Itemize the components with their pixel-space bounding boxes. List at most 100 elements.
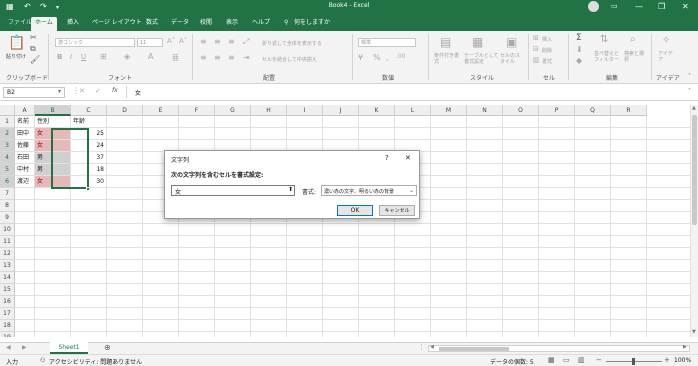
paste-button[interactable]: 貼り付け	[6, 53, 26, 60]
row-header-19[interactable]: 19	[0, 332, 15, 337]
column-header-m[interactable]: M	[431, 105, 467, 116]
page-break-view-icon[interactable]: ▥	[578, 356, 585, 364]
cell-a5[interactable]: 中村	[15, 164, 34, 175]
paste-icon[interactable]: 📋	[8, 35, 25, 51]
align-bottom-icon[interactable]: ≡	[228, 37, 235, 46]
fill-icon[interactable]: ⬇	[576, 45, 583, 54]
font-size-select[interactable]: 11	[137, 38, 163, 47]
cut-icon[interactable]: ✂	[30, 33, 37, 42]
zoom-in-icon[interactable]: +	[664, 356, 670, 364]
select-all-corner[interactable]	[0, 105, 15, 116]
row-header-1[interactable]: 1	[0, 116, 15, 128]
insert-cells-icon[interactable]: ⊞	[533, 34, 539, 42]
cell-a4[interactable]: 石田	[15, 152, 34, 163]
zoom-slider-thumb[interactable]	[632, 358, 635, 365]
comma-icon[interactable]: ,	[386, 53, 389, 62]
delete-cells-button[interactable]: 削除	[542, 47, 552, 54]
column-header-c[interactable]: C	[71, 105, 107, 116]
align-left-icon[interactable]: ≡	[200, 53, 207, 62]
vertical-scroll-thumb[interactable]	[692, 115, 697, 225]
dialog-close-button[interactable]: ✕	[405, 154, 411, 162]
font-name-select[interactable]: 游ゴシック	[55, 38, 135, 47]
vertical-scrollbar[interactable]: ▲ ▼	[690, 105, 698, 337]
fill-handle[interactable]	[86, 187, 90, 191]
name-box[interactable]: B2	[3, 87, 65, 98]
horizontal-scrollbar[interactable]: ◀ ▶	[428, 344, 690, 352]
row-header-10[interactable]: 10	[0, 224, 15, 236]
tab-insert[interactable]: 挿入	[63, 17, 83, 31]
tell-me-search[interactable]: 何をしますか	[290, 17, 334, 31]
column-header-r[interactable]: R	[611, 105, 647, 116]
collapse-dialog-icon[interactable]: ⬆	[288, 186, 293, 193]
ideas-icon[interactable]: ✧	[662, 35, 670, 46]
sort-filter-icon[interactable]: ⇅	[600, 34, 608, 45]
user-avatar-icon[interactable]	[588, 1, 599, 12]
align-right-icon[interactable]: ≡	[228, 53, 235, 62]
cell-b1[interactable]: 性別	[35, 116, 70, 127]
format-table-icon[interactable]: ▦	[472, 35, 483, 49]
horizontal-scroll-thumb[interactable]	[439, 347, 509, 351]
sort-filter-button[interactable]: 並べ替えとフィルター	[594, 51, 622, 63]
tab-data[interactable]: データ	[167, 17, 193, 31]
wrap-text-button[interactable]: 折り返して全体を表示する	[262, 40, 322, 47]
confirm-entry-icon[interactable]: ✓	[95, 87, 101, 95]
cancel-button[interactable]: キャンセル	[379, 205, 415, 216]
text-input-field[interactable]: 女 ⬆	[171, 185, 295, 196]
ideas-button[interactable]: アイデア	[658, 51, 676, 63]
row-header-16[interactable]: 16	[0, 296, 15, 308]
align-top-icon[interactable]: ≡	[200, 37, 207, 46]
orientation-icon[interactable]: ⤢	[243, 37, 249, 47]
ribbon-display-icon[interactable]: ▭	[611, 2, 618, 10]
column-header-g[interactable]: G	[215, 105, 251, 116]
increase-font-icon[interactable]: A˄	[167, 37, 175, 45]
format-painter-icon[interactable]: 🖌	[30, 55, 40, 64]
number-format-select[interactable]: 標準	[358, 38, 416, 47]
tab-review[interactable]: 校閲	[196, 17, 216, 31]
phonetic-icon[interactable]: 亜	[172, 53, 179, 63]
align-middle-icon[interactable]: ≡	[214, 37, 221, 46]
column-header-o[interactable]: O	[503, 105, 539, 116]
page-layout-view-icon[interactable]: ▭	[563, 356, 570, 364]
scroll-tabs-right-icon[interactable]: ▶	[22, 344, 27, 351]
column-header-l[interactable]: L	[395, 105, 431, 116]
accessibility-icon[interactable]: ⚇	[40, 357, 45, 364]
column-header-d[interactable]: D	[107, 105, 143, 116]
insert-function-icon[interactable]: fx	[112, 87, 118, 94]
cell-a6[interactable]: 渡辺	[15, 176, 34, 187]
cell-styles-button[interactable]: セルのスタイル	[500, 53, 524, 65]
collapse-ribbon-icon[interactable]: ˄	[688, 73, 691, 80]
row-header-5[interactable]: 5	[0, 164, 15, 176]
percent-icon[interactable]: %	[373, 53, 381, 62]
currency-icon[interactable]: ¥	[358, 53, 363, 62]
row-header-2[interactable]: 2	[0, 128, 15, 140]
expand-formula-icon[interactable]: ˅	[688, 88, 691, 95]
row-header-14[interactable]: 14	[0, 272, 15, 284]
find-select-button[interactable]: 検索と選択	[624, 51, 646, 63]
row-header-7[interactable]: 7	[0, 188, 15, 200]
column-header-a[interactable]: A	[15, 105, 35, 116]
fill-color-icon[interactable]: ◈	[124, 52, 130, 61]
column-header-q[interactable]: Q	[575, 105, 611, 116]
close-window-button[interactable]: ✕	[682, 2, 689, 11]
decrease-font-icon[interactable]: A˅	[179, 37, 187, 45]
column-header-k[interactable]: K	[359, 105, 395, 116]
name-box-dropdown-icon[interactable]: ▾	[58, 88, 61, 95]
insert-cells-button[interactable]: 挿入	[542, 36, 552, 43]
copy-icon[interactable]: ⧉	[30, 44, 36, 54]
normal-view-icon[interactable]: ▦	[548, 356, 555, 364]
find-select-icon[interactable]: ⌕	[630, 34, 636, 45]
row-header-6[interactable]: 6	[0, 176, 15, 188]
format-table-button[interactable]: テーブルとして書式設定	[464, 53, 500, 65]
column-header-n[interactable]: N	[467, 105, 503, 116]
indent-icon[interactable]: ⇥	[243, 53, 250, 62]
row-header-11[interactable]: 11	[0, 236, 15, 248]
conditional-format-button[interactable]: 条件付き書式	[434, 53, 462, 65]
restore-button[interactable]: ❐	[658, 2, 665, 11]
format-cells-icon[interactable]: ▥	[533, 56, 540, 64]
column-header-j[interactable]: J	[323, 105, 359, 116]
format-select[interactable]: 濃い赤の文字、明るい赤の背景 ⌄	[321, 185, 417, 196]
formula-input[interactable]: 女	[135, 88, 141, 97]
border-icon[interactable]: ⊞	[100, 52, 107, 61]
scroll-tabs-left-icon[interactable]: ◀	[6, 344, 11, 351]
column-header-f[interactable]: F	[179, 105, 215, 116]
